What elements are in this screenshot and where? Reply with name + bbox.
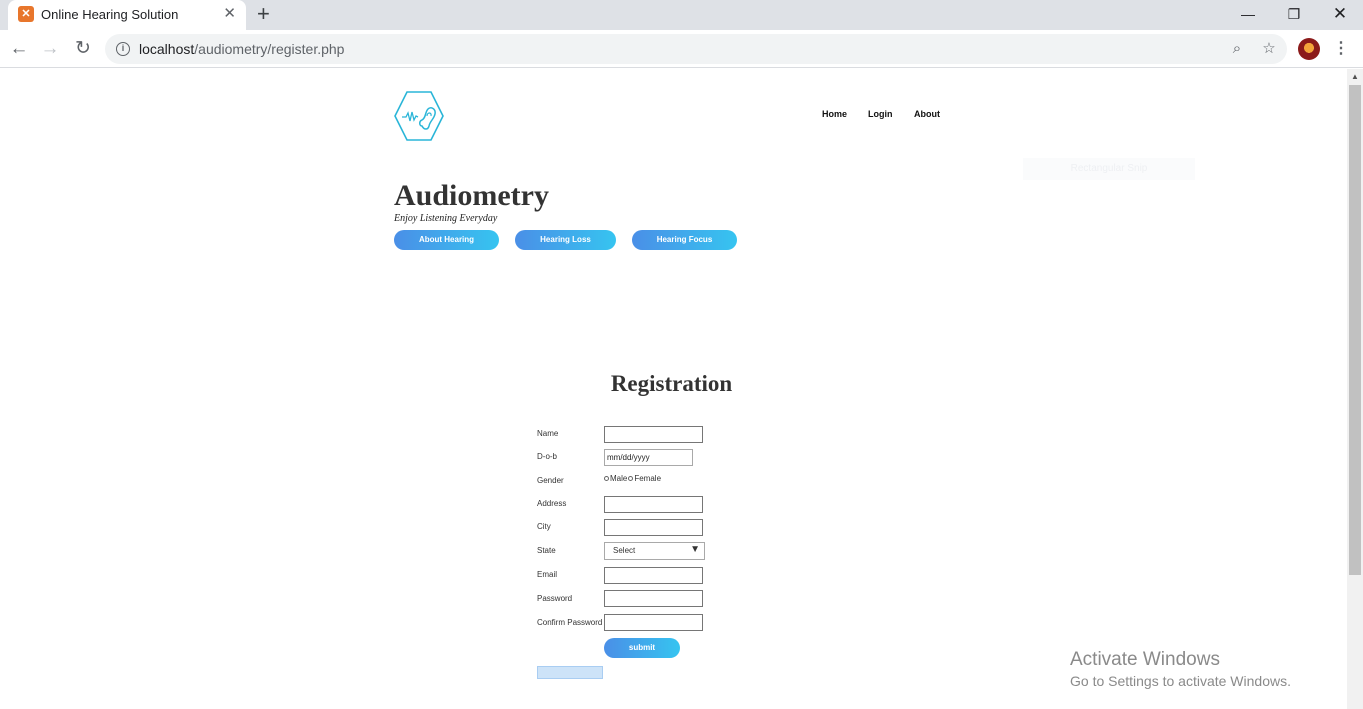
about-hearing-button[interactable]: About Hearing: [394, 230, 499, 250]
password-input[interactable]: [604, 590, 703, 607]
email-label: Email: [537, 570, 558, 579]
state-select[interactable]: Select ▼: [604, 542, 705, 560]
page-viewport: Home Login About Rectangular Snip Audiom…: [0, 69, 1347, 709]
ear-hexagon-icon: [394, 91, 444, 141]
city-label: City: [537, 522, 551, 531]
password-label: Password: [537, 594, 573, 603]
activate-windows-title: Activate Windows: [1070, 649, 1220, 670]
browser-toolbar: ← → ↻ i localhost/audiometry/register.ph…: [0, 30, 1363, 68]
site-title: Audiometry: [394, 179, 549, 212]
confirm-password-input[interactable]: [604, 614, 703, 631]
dropdown-arrow-icon: ▼: [690, 544, 700, 555]
dob-label: D-o-b: [537, 452, 558, 461]
scrollbar-thumb[interactable]: [1349, 85, 1361, 575]
submit-button[interactable]: submit: [604, 638, 680, 658]
minimize-icon[interactable]: —: [1238, 4, 1258, 24]
new-tab-button[interactable]: +: [257, 3, 270, 25]
confirm-password-label: Confirm Password: [537, 618, 603, 627]
female-radio[interactable]: [628, 476, 634, 481]
hearing-focus-button[interactable]: Hearing Focus: [632, 230, 737, 250]
nav-home-link[interactable]: Home: [822, 109, 847, 119]
info-icon[interactable]: i: [116, 42, 130, 56]
city-input[interactable]: [604, 519, 703, 536]
hearing-loss-button[interactable]: Hearing Loss: [515, 230, 616, 250]
vertical-scrollbar[interactable]: ▲: [1347, 69, 1363, 709]
restore-icon[interactable]: ❐: [1284, 4, 1304, 24]
gender-label: Gender: [537, 476, 564, 485]
site-tagline: Enjoy Listening Everyday: [394, 213, 498, 224]
registration-heading: Registration: [610, 371, 733, 396]
tab-title: Online Hearing Solution: [41, 7, 179, 22]
menu-dots-icon[interactable]: ⋮: [1333, 38, 1349, 60]
male-option-label: Male: [610, 474, 628, 483]
url-text[interactable]: localhost/audiometry/register.php: [139, 41, 344, 57]
highlight-box: [537, 666, 603, 679]
browser-tab[interactable]: ✕ Online Hearing Solution ✕: [8, 0, 246, 30]
zoom-icon[interactable]: ⌕: [1227, 39, 1247, 59]
address-label: Address: [537, 499, 567, 508]
forward-icon[interactable]: →: [38, 37, 62, 61]
reload-icon[interactable]: ↻: [71, 37, 95, 61]
close-window-icon[interactable]: ✕: [1330, 4, 1350, 24]
nav-about-link[interactable]: About: [914, 109, 940, 119]
browser-tab-strip: ✕ Online Hearing Solution ✕ + — ❐ ✕: [0, 0, 1363, 30]
activate-windows-subtitle: Go to Settings to activate Windows.: [1070, 673, 1291, 689]
close-tab-icon[interactable]: ✕: [223, 6, 236, 22]
email-input[interactable]: [604, 567, 703, 584]
profile-avatar[interactable]: [1298, 38, 1320, 60]
state-select-value: Select: [613, 546, 636, 555]
address-input[interactable]: [604, 496, 703, 513]
address-bar[interactable]: i localhost/audiometry/register.php ⌕ ☆: [105, 34, 1287, 64]
nav-login-link[interactable]: Login: [868, 109, 893, 119]
male-radio[interactable]: [604, 476, 609, 481]
back-icon[interactable]: ←: [7, 37, 31, 61]
state-label: State: [537, 546, 556, 555]
name-label: Name: [537, 429, 559, 438]
name-input[interactable]: [604, 426, 703, 443]
faint-overlay-label: Rectangular Snip: [1023, 158, 1195, 180]
dob-input[interactable]: mm/dd/yyyy: [604, 449, 693, 466]
xampp-icon: ✕: [18, 6, 34, 22]
bookmark-star-icon[interactable]: ☆: [1259, 39, 1279, 59]
gender-radio-group: Male Female: [604, 474, 661, 483]
female-option-label: Female: [634, 474, 662, 483]
scroll-up-arrow-icon[interactable]: ▲: [1351, 72, 1359, 81]
